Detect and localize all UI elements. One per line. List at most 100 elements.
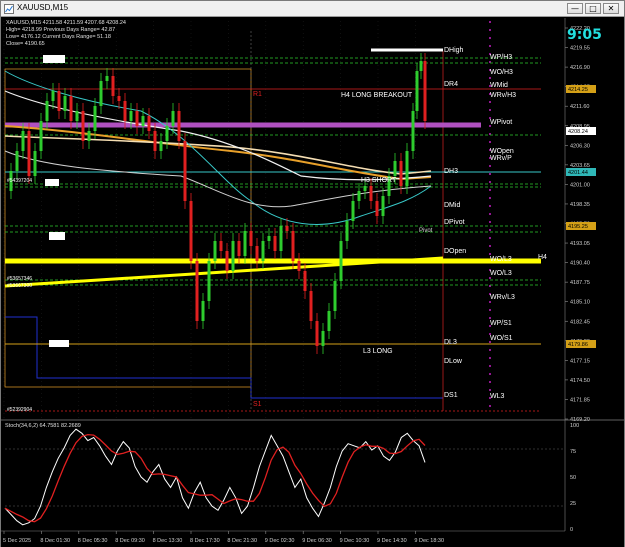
price-tick-label: 4187.75 (570, 280, 590, 286)
label-pivot: Pivot (419, 228, 433, 234)
candle-body (165, 126, 169, 141)
candle-body (39, 121, 43, 151)
candle-body (375, 201, 379, 216)
candle-timer: 9:05 (567, 27, 602, 43)
price-tick-label: 4171.85 (570, 397, 590, 403)
label-ds1: DS1 (444, 392, 458, 399)
candle-body (219, 241, 223, 251)
minimize-button[interactable]: — (567, 3, 583, 14)
time-tick-label: 8 Dec 13:30 (153, 538, 183, 544)
candle-body (363, 186, 367, 191)
candle-body (237, 241, 241, 256)
stoch-tick-label: 25 (570, 501, 576, 507)
candle-body (21, 131, 25, 151)
label-dh3: DH3 (444, 168, 458, 175)
candle-body (117, 96, 121, 101)
label-wrvl3: WRv/L3 (490, 294, 515, 301)
candle-body (105, 76, 109, 81)
candle-body (285, 226, 289, 231)
candle-body (243, 231, 247, 256)
trade-label-box-2 (45, 179, 59, 186)
tag-1: #54397204 (7, 178, 32, 184)
label-wrvp: WRv/P (490, 155, 512, 162)
price-tick-label: 4198.35 (570, 202, 590, 208)
candle-body (153, 131, 157, 151)
price-tick-label: 4177.15 (570, 358, 590, 364)
chart-background (1, 18, 624, 547)
candle-body (297, 261, 301, 271)
candle-body (189, 201, 193, 261)
candle-body (415, 71, 419, 111)
label-dr4: DR4 (444, 81, 458, 88)
stoch-tick-label: 75 (570, 449, 576, 455)
label-wos1: WO/S1 (490, 335, 513, 342)
range-info-close: Close= 4190.65 (6, 41, 45, 47)
candle-body (171, 111, 175, 126)
candle-body (57, 91, 61, 111)
candle-body (129, 111, 133, 121)
price-tick-label: 4219.55 (570, 46, 590, 52)
candle-body (231, 241, 235, 271)
candle-body (45, 101, 49, 121)
maximize-icon: □ (589, 4, 597, 13)
price-marker-label: 4179.86 (568, 342, 588, 348)
maximize-button[interactable]: □ (585, 3, 601, 14)
price-tick-label: 4193.05 (570, 241, 590, 247)
candle-body (99, 81, 103, 106)
candle-body (147, 116, 151, 131)
candle-body (213, 241, 217, 261)
label-wol3: WO/L3 (490, 256, 512, 263)
candle-body (201, 301, 205, 321)
label-wph3: WP/H3 (490, 54, 512, 61)
candle-body (327, 311, 331, 331)
range-info-high: High= 4218.99 Previous Days Range= 42.87 (6, 27, 116, 33)
candle-body (423, 61, 427, 121)
label-wps1: WP/S1 (490, 320, 512, 327)
candle-body (399, 161, 403, 186)
time-tick-label: 5 Dec 2025 (3, 538, 31, 544)
candle-body (279, 226, 283, 251)
price-marker-label: 4208.24 (568, 129, 588, 135)
candle-body (33, 151, 37, 176)
label-dmid: DMid (444, 202, 460, 209)
price-tick-label: 4182.45 (570, 319, 590, 325)
minimize-icon: — (571, 4, 579, 13)
chart-window[interactable]: XAUUSD,M15 — □ ✕ DHigh DR4 DH3 DMid DPiv… (0, 0, 625, 547)
price-tick-label: 4201.00 (570, 182, 590, 188)
candle-body (261, 241, 265, 261)
label-dopen: DOpen (444, 248, 466, 255)
price-tick-label: 4174.50 (570, 378, 590, 384)
candle-body (345, 221, 349, 241)
candle-body (405, 151, 409, 186)
candle-body (15, 151, 19, 171)
candle-body (381, 196, 385, 216)
candle-body (141, 116, 145, 126)
label-wmid: WMid (490, 82, 508, 89)
label-l3-long: L3 LONG (363, 348, 393, 355)
title-bar[interactable]: XAUUSD,M15 — □ ✕ (1, 1, 624, 17)
price-tick-label: 4185.10 (570, 300, 590, 306)
label-wpivot: WPivot (490, 119, 512, 126)
time-tick-label: 8 Dec 05:30 (78, 538, 108, 544)
trade-label-box-4 (49, 340, 69, 347)
price-chart[interactable]: DHigh DR4 DH3 DMid DPivot DOpen DL3 DLow… (1, 18, 624, 547)
time-tick-label: 8 Dec 01:30 (40, 538, 70, 544)
time-tick-label: 9 Dec 14:30 (377, 538, 407, 544)
tag-3: #53667300 (7, 283, 32, 289)
label-wrvh3: WRv/H3 (490, 92, 516, 99)
candle-body (419, 61, 423, 71)
window-title: XAUUSD,M15 (17, 3, 69, 12)
candle-body (207, 261, 211, 301)
tag-4: #52392904 (7, 407, 32, 413)
time-tick-label: 9 Dec 06:30 (302, 538, 332, 544)
candle-body (123, 101, 127, 121)
candle-body (75, 111, 79, 121)
price-marker-label: 4214.25 (568, 87, 588, 93)
candle-body (351, 201, 355, 221)
close-button[interactable]: ✕ (603, 3, 619, 14)
candle-body (303, 271, 307, 291)
candle-body (321, 331, 325, 346)
candle-body (369, 186, 373, 201)
candle-body (309, 291, 313, 321)
candle-body (63, 96, 67, 111)
